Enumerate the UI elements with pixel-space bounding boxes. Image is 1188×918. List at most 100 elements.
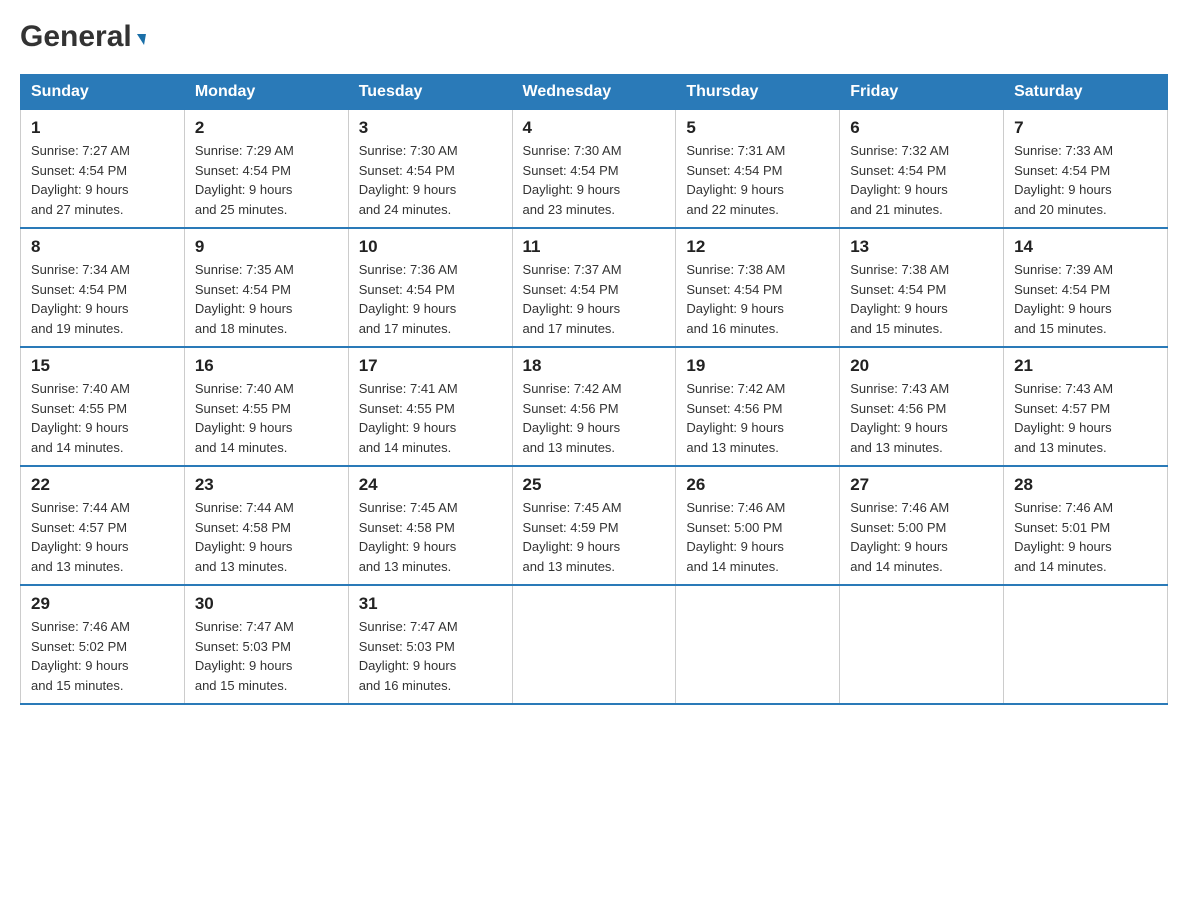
day-info: Sunrise: 7:47 AMSunset: 5:03 PMDaylight:… — [359, 619, 458, 693]
day-info: Sunrise: 7:43 AMSunset: 4:57 PMDaylight:… — [1014, 381, 1113, 455]
col-header-sunday: Sunday — [21, 75, 185, 110]
calendar-cell: 14 Sunrise: 7:39 AMSunset: 4:54 PMDaylig… — [1004, 228, 1168, 347]
col-header-monday: Monday — [184, 75, 348, 110]
page-header: General — [20, 20, 1168, 54]
calendar-cell: 10 Sunrise: 7:36 AMSunset: 4:54 PMDaylig… — [348, 228, 512, 347]
day-number: 3 — [359, 118, 502, 138]
calendar-cell: 27 Sunrise: 7:46 AMSunset: 5:00 PMDaylig… — [840, 466, 1004, 585]
col-header-friday: Friday — [840, 75, 1004, 110]
calendar-week-row: 15 Sunrise: 7:40 AMSunset: 4:55 PMDaylig… — [21, 347, 1168, 466]
day-number: 21 — [1014, 356, 1157, 376]
calendar-cell: 7 Sunrise: 7:33 AMSunset: 4:54 PMDayligh… — [1004, 110, 1168, 229]
day-number: 10 — [359, 237, 502, 257]
col-header-tuesday: Tuesday — [348, 75, 512, 110]
calendar-cell: 11 Sunrise: 7:37 AMSunset: 4:54 PMDaylig… — [512, 228, 676, 347]
day-number: 18 — [523, 356, 666, 376]
day-number: 16 — [195, 356, 338, 376]
day-number: 29 — [31, 594, 174, 614]
col-header-thursday: Thursday — [676, 75, 840, 110]
calendar-cell: 25 Sunrise: 7:45 AMSunset: 4:59 PMDaylig… — [512, 466, 676, 585]
calendar-week-row: 29 Sunrise: 7:46 AMSunset: 5:02 PMDaylig… — [21, 585, 1168, 704]
day-number: 11 — [523, 237, 666, 257]
col-header-wednesday: Wednesday — [512, 75, 676, 110]
day-number: 17 — [359, 356, 502, 376]
logo: General — [20, 20, 145, 54]
calendar-cell: 29 Sunrise: 7:46 AMSunset: 5:02 PMDaylig… — [21, 585, 185, 704]
day-info: Sunrise: 7:39 AMSunset: 4:54 PMDaylight:… — [1014, 262, 1113, 336]
day-info: Sunrise: 7:33 AMSunset: 4:54 PMDaylight:… — [1014, 143, 1113, 217]
day-info: Sunrise: 7:47 AMSunset: 5:03 PMDaylight:… — [195, 619, 294, 693]
logo-general-text: General — [20, 20, 132, 54]
day-info: Sunrise: 7:30 AMSunset: 4:54 PMDaylight:… — [359, 143, 458, 217]
day-info: Sunrise: 7:46 AMSunset: 5:00 PMDaylight:… — [850, 500, 949, 574]
day-number: 7 — [1014, 118, 1157, 138]
calendar-cell: 23 Sunrise: 7:44 AMSunset: 4:58 PMDaylig… — [184, 466, 348, 585]
calendar-cell: 12 Sunrise: 7:38 AMSunset: 4:54 PMDaylig… — [676, 228, 840, 347]
calendar-cell: 8 Sunrise: 7:34 AMSunset: 4:54 PMDayligh… — [21, 228, 185, 347]
calendar-cell: 28 Sunrise: 7:46 AMSunset: 5:01 PMDaylig… — [1004, 466, 1168, 585]
calendar-cell: 26 Sunrise: 7:46 AMSunset: 5:00 PMDaylig… — [676, 466, 840, 585]
calendar-cell — [840, 585, 1004, 704]
calendar-cell: 31 Sunrise: 7:47 AMSunset: 5:03 PMDaylig… — [348, 585, 512, 704]
calendar-cell: 2 Sunrise: 7:29 AMSunset: 4:54 PMDayligh… — [184, 110, 348, 229]
day-number: 14 — [1014, 237, 1157, 257]
day-info: Sunrise: 7:40 AMSunset: 4:55 PMDaylight:… — [195, 381, 294, 455]
day-info: Sunrise: 7:46 AMSunset: 5:00 PMDaylight:… — [686, 500, 785, 574]
day-number: 15 — [31, 356, 174, 376]
day-number: 4 — [523, 118, 666, 138]
calendar-cell — [1004, 585, 1168, 704]
day-info: Sunrise: 7:46 AMSunset: 5:02 PMDaylight:… — [31, 619, 130, 693]
day-number: 27 — [850, 475, 993, 495]
calendar-week-row: 1 Sunrise: 7:27 AMSunset: 4:54 PMDayligh… — [21, 110, 1168, 229]
day-number: 25 — [523, 475, 666, 495]
day-number: 12 — [686, 237, 829, 257]
day-number: 9 — [195, 237, 338, 257]
calendar-cell: 20 Sunrise: 7:43 AMSunset: 4:56 PMDaylig… — [840, 347, 1004, 466]
day-info: Sunrise: 7:30 AMSunset: 4:54 PMDaylight:… — [523, 143, 622, 217]
day-number: 26 — [686, 475, 829, 495]
day-info: Sunrise: 7:27 AMSunset: 4:54 PMDaylight:… — [31, 143, 130, 217]
calendar-cell — [512, 585, 676, 704]
calendar-cell: 1 Sunrise: 7:27 AMSunset: 4:54 PMDayligh… — [21, 110, 185, 229]
day-info: Sunrise: 7:45 AMSunset: 4:58 PMDaylight:… — [359, 500, 458, 574]
day-info: Sunrise: 7:40 AMSunset: 4:55 PMDaylight:… — [31, 381, 130, 455]
day-info: Sunrise: 7:31 AMSunset: 4:54 PMDaylight:… — [686, 143, 785, 217]
day-info: Sunrise: 7:41 AMSunset: 4:55 PMDaylight:… — [359, 381, 458, 455]
calendar-cell: 3 Sunrise: 7:30 AMSunset: 4:54 PMDayligh… — [348, 110, 512, 229]
calendar-cell: 22 Sunrise: 7:44 AMSunset: 4:57 PMDaylig… — [21, 466, 185, 585]
day-number: 23 — [195, 475, 338, 495]
day-info: Sunrise: 7:45 AMSunset: 4:59 PMDaylight:… — [523, 500, 622, 574]
day-info: Sunrise: 7:43 AMSunset: 4:56 PMDaylight:… — [850, 381, 949, 455]
calendar-cell: 5 Sunrise: 7:31 AMSunset: 4:54 PMDayligh… — [676, 110, 840, 229]
calendar-cell: 15 Sunrise: 7:40 AMSunset: 4:55 PMDaylig… — [21, 347, 185, 466]
day-number: 24 — [359, 475, 502, 495]
calendar-cell: 17 Sunrise: 7:41 AMSunset: 4:55 PMDaylig… — [348, 347, 512, 466]
calendar-cell: 16 Sunrise: 7:40 AMSunset: 4:55 PMDaylig… — [184, 347, 348, 466]
day-info: Sunrise: 7:42 AMSunset: 4:56 PMDaylight:… — [523, 381, 622, 455]
calendar-week-row: 8 Sunrise: 7:34 AMSunset: 4:54 PMDayligh… — [21, 228, 1168, 347]
day-info: Sunrise: 7:29 AMSunset: 4:54 PMDaylight:… — [195, 143, 294, 217]
day-number: 8 — [31, 237, 174, 257]
day-info: Sunrise: 7:32 AMSunset: 4:54 PMDaylight:… — [850, 143, 949, 217]
day-number: 19 — [686, 356, 829, 376]
logo-arrow-icon — [135, 34, 146, 45]
day-number: 22 — [31, 475, 174, 495]
calendar-cell: 6 Sunrise: 7:32 AMSunset: 4:54 PMDayligh… — [840, 110, 1004, 229]
day-number: 31 — [359, 594, 502, 614]
day-info: Sunrise: 7:37 AMSunset: 4:54 PMDaylight:… — [523, 262, 622, 336]
calendar-table: SundayMondayTuesdayWednesdayThursdayFrid… — [20, 74, 1168, 705]
day-info: Sunrise: 7:35 AMSunset: 4:54 PMDaylight:… — [195, 262, 294, 336]
calendar-cell: 9 Sunrise: 7:35 AMSunset: 4:54 PMDayligh… — [184, 228, 348, 347]
calendar-cell: 19 Sunrise: 7:42 AMSunset: 4:56 PMDaylig… — [676, 347, 840, 466]
calendar-week-row: 22 Sunrise: 7:44 AMSunset: 4:57 PMDaylig… — [21, 466, 1168, 585]
day-info: Sunrise: 7:38 AMSunset: 4:54 PMDaylight:… — [686, 262, 785, 336]
day-info: Sunrise: 7:46 AMSunset: 5:01 PMDaylight:… — [1014, 500, 1113, 574]
calendar-cell: 18 Sunrise: 7:42 AMSunset: 4:56 PMDaylig… — [512, 347, 676, 466]
day-number: 6 — [850, 118, 993, 138]
calendar-cell: 24 Sunrise: 7:45 AMSunset: 4:58 PMDaylig… — [348, 466, 512, 585]
calendar-cell: 13 Sunrise: 7:38 AMSunset: 4:54 PMDaylig… — [840, 228, 1004, 347]
day-number: 5 — [686, 118, 829, 138]
day-number: 2 — [195, 118, 338, 138]
day-number: 20 — [850, 356, 993, 376]
day-info: Sunrise: 7:44 AMSunset: 4:57 PMDaylight:… — [31, 500, 130, 574]
